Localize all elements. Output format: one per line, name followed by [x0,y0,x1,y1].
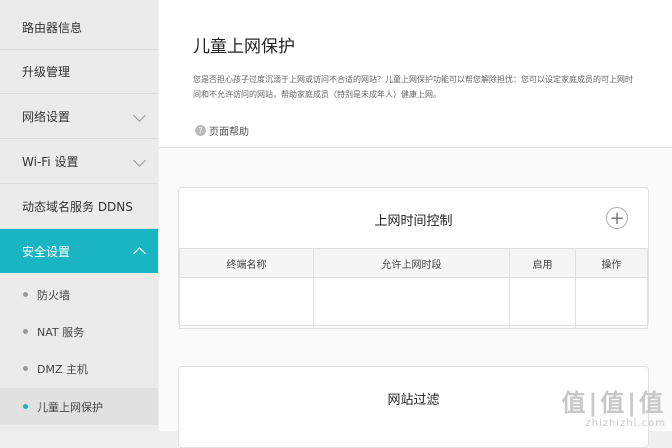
sidebar-subitem-label: DMZ 主机 [37,362,88,376]
sidebar-item-label: 安全设置 [22,244,71,259]
sidebar-item-label: 网络设置 [22,110,71,124]
page-help-link[interactable]: ? 页面帮助 [195,123,249,138]
time-control-card: 上网时间控制 + 终端名称 允许上网时段 启用 操作 [178,187,649,329]
main-panel: 儿童上网保护 您是否担心孩子过度沉溺于上网或访问不合适的网站？儿童上网保护功能可… [159,0,672,448]
sidebar-item-security[interactable]: 安全设置 [0,229,158,273]
page-help-label: 页面帮助 [209,127,249,138]
sidebar-item-router-info[interactable]: 路由器信息 [0,6,158,50]
bullet-icon [23,404,28,409]
column-header-device: 终端名称 [179,248,314,278]
bullet-icon [23,366,28,371]
sidebar-subitem-label: 儿童上网保护 [37,400,103,414]
chevron-up-icon [133,247,146,260]
column-header-time: 允许上网时段 [313,248,510,278]
sidebar-subitem-nat[interactable]: NAT 服务 [0,313,158,350]
watermark-logo: 值|值|值 [561,389,666,417]
sidebar-item-label: Wi-Fi 设置 [22,155,79,169]
sidebar-subitem-firewall[interactable]: 防火墙 [0,276,158,313]
help-icon: ? [195,125,206,136]
page-title: 儿童上网保护 [193,37,295,57]
watermark: 值|值|值 zhizhizhi.com [561,383,666,429]
sidebar-subitem-parental-control[interactable]: 儿童上网保护 [0,388,158,425]
chevron-down-icon [133,154,146,167]
column-header-enable: 启用 [509,248,576,278]
sidebar-item-upgrade[interactable]: 升级管理 [0,50,158,94]
sidebar-item-label: 动态域名服务 DDNS [22,200,133,214]
sidebar-item-ddns[interactable]: 动态域名服务 DDNS [0,185,158,229]
sidebar-item-network[interactable]: 网络设置 [0,95,158,139]
sidebar-item-wifi[interactable]: Wi-Fi 设置 [0,140,158,184]
watermark-url: zhizhizhi.com [585,418,666,429]
bullet-icon [23,329,28,334]
table-cell [575,277,648,329]
sidebar-subitem-label: NAT 服务 [37,325,85,339]
time-control-table: 终端名称 允许上网时段 启用 操作 [179,248,648,329]
table-cell [313,277,510,329]
time-control-title: 上网时间控制 [374,214,453,229]
table-cell [509,277,576,329]
table-cell [179,277,314,329]
sidebar: 路由器信息 升级管理 网络设置 Wi-Fi 设置 动态域名服务 DDNS 安全设… [0,0,158,431]
bullet-icon [23,292,28,297]
add-rule-button[interactable]: + [606,207,628,229]
column-header-action: 操作 [575,248,648,278]
table-row [179,277,648,329]
sidebar-subitem-label: 防火墙 [37,288,70,302]
sidebar-item-label: 升级管理 [22,65,71,79]
chevron-down-icon [133,109,146,122]
sidebar-subitem-dmz[interactable]: DMZ 主机 [0,350,158,387]
sidebar-item-label: 路由器信息 [22,21,83,35]
page-description: 您是否担心孩子过度沉溺于上网或访问不合适的网站？儿童上网保护功能可以帮您解除担忧… [193,75,633,99]
